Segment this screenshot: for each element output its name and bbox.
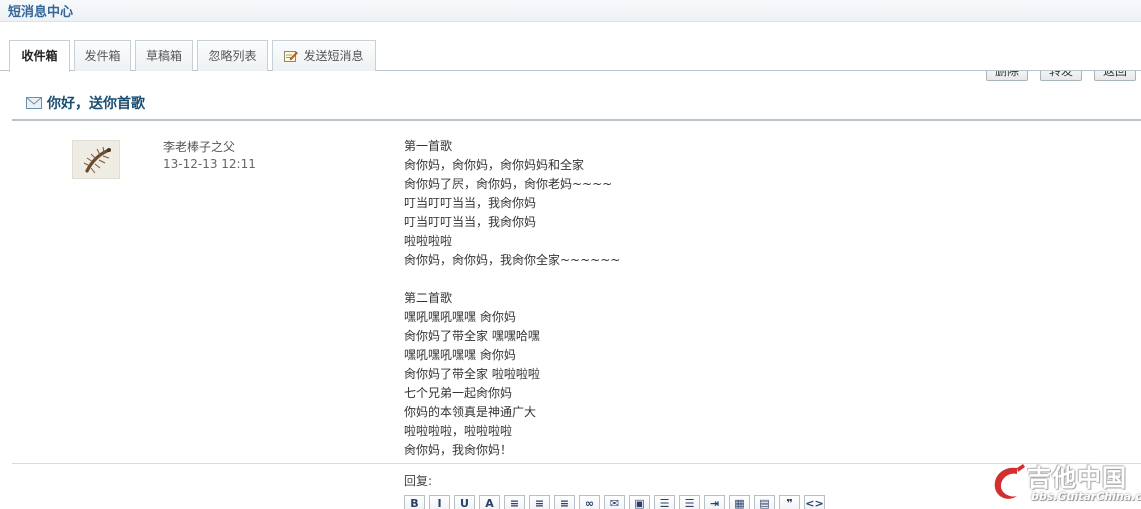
tab-outbox[interactable]: 发件箱 <box>74 40 131 71</box>
align-center-button[interactable]: ≡ <box>529 495 550 509</box>
message-line: 肏你妈了带全家 啦啦啦啦 <box>404 367 540 381</box>
image-button[interactable]: ▣ <box>629 495 650 509</box>
watermark-url: bbs.GuitarChina.com <box>1031 490 1141 503</box>
site-watermark: 吉他中国 bbs.GuitarChina.com <box>987 456 1141 508</box>
tab-send-message-label: 发送短消息 <box>303 49 364 63</box>
message-line: 肏你妈，肏你妈，肏你妈妈和全家 <box>404 158 585 172</box>
code-button[interactable]: <> <box>804 495 825 509</box>
bold-button[interactable]: B <box>404 495 425 509</box>
reply-label: 回复: <box>404 474 433 488</box>
message-line: 啦啦啦啦 <box>404 234 453 248</box>
reply-divider <box>12 463 1141 464</box>
title-bar: 短消息中心 <box>0 0 1141 22</box>
page-title: 短消息中心 <box>8 5 74 20</box>
reply-editor-toolbar: B I U A ≡ ≡ ≡ ∞ ✉ ▣ ☰ ☰ ⇥ ▦ ▤ ❞ <> <box>404 495 844 509</box>
tab-send-message[interactable]: 发送短消息 <box>272 40 376 71</box>
message-line: 嘿吼嘿吼嘿嘿 肏你妈 <box>404 348 516 362</box>
subject-divider <box>12 119 1141 121</box>
tab-bar: 收件箱 发件箱 草稿箱 忽略列表 发送短消息 <box>0 36 1141 72</box>
ordered-list-button[interactable]: ☰ <box>654 495 675 509</box>
align-left-button[interactable]: ≡ <box>504 495 525 509</box>
message-line: 七个兄弟一起肏你妈 <box>404 386 513 400</box>
email-button[interactable]: ✉ <box>604 495 625 509</box>
delete-button[interactable]: 删除 <box>986 71 1028 81</box>
watermark-text: 吉他中国 <box>1027 464 1127 492</box>
back-button[interactable]: 返回 <box>1094 71 1136 81</box>
message-actions: 删除 转发 返回 <box>986 71 1141 83</box>
message-line: 肏你妈，肏你妈，我肏你全家~~~~~~ <box>404 253 621 267</box>
avatar[interactable] <box>72 140 120 179</box>
quote-button[interactable]: ❞ <box>779 495 800 509</box>
message-body: 第一首歌 肏你妈，肏你妈，肏你妈妈和全家 肏你妈了屄，肏你妈，肏你老妈~~~~ … <box>404 137 964 460</box>
underline-button[interactable]: U <box>454 495 475 509</box>
message-time: 13-12-13 12:11 <box>163 157 256 171</box>
avatar-image <box>73 141 119 178</box>
envelope-icon <box>26 97 42 109</box>
message-line: 嘿吼嘿吼嘿嘿 肏你妈 <box>404 310 516 324</box>
message-line: 第一首歌 <box>404 139 453 153</box>
message-line <box>404 270 964 289</box>
unordered-list-button[interactable]: ☰ <box>679 495 700 509</box>
message-subject: 你好，送你首歌 <box>47 96 145 112</box>
message-line: 啦啦啦啦，啦啦啦啦 <box>404 424 513 438</box>
pen-icon <box>284 51 299 62</box>
message-line: 你妈的本领真是神通广大 <box>404 405 537 419</box>
message-line: 肏你妈了带全家 嘿嘿哈嘿 <box>404 329 540 343</box>
message-line: 第二首歌 <box>404 291 453 305</box>
forward-button[interactable]: 转发 <box>1040 71 1082 81</box>
link-button[interactable]: ∞ <box>579 495 600 509</box>
font-color-button[interactable]: A <box>479 495 500 509</box>
insert-media-button[interactable]: ▤ <box>754 495 775 509</box>
indent-button[interactable]: ⇥ <box>704 495 725 509</box>
message-line: 叮当叮叮当当，我肏你妈 <box>404 215 537 229</box>
align-right-button[interactable]: ≡ <box>554 495 575 509</box>
guitarchina-logo-icon <box>994 464 1025 499</box>
tab-ignore-list[interactable]: 忽略列表 <box>197 40 268 71</box>
message-line: 肏你妈，我肏你妈！ <box>404 443 513 457</box>
message-line: 叮当叮叮当当，我肏你妈 <box>404 196 537 210</box>
italic-button[interactable]: I <box>429 495 450 509</box>
tab-inbox[interactable]: 收件箱 <box>9 40 70 72</box>
insert-table-button[interactable]: ▦ <box>729 495 750 509</box>
tab-drafts[interactable]: 草稿箱 <box>135 40 193 71</box>
message-line: 肏你妈了屄，肏你妈，肏你老妈~~~~ <box>404 177 613 191</box>
sender-name[interactable]: 李老棒子之父 <box>163 138 235 155</box>
